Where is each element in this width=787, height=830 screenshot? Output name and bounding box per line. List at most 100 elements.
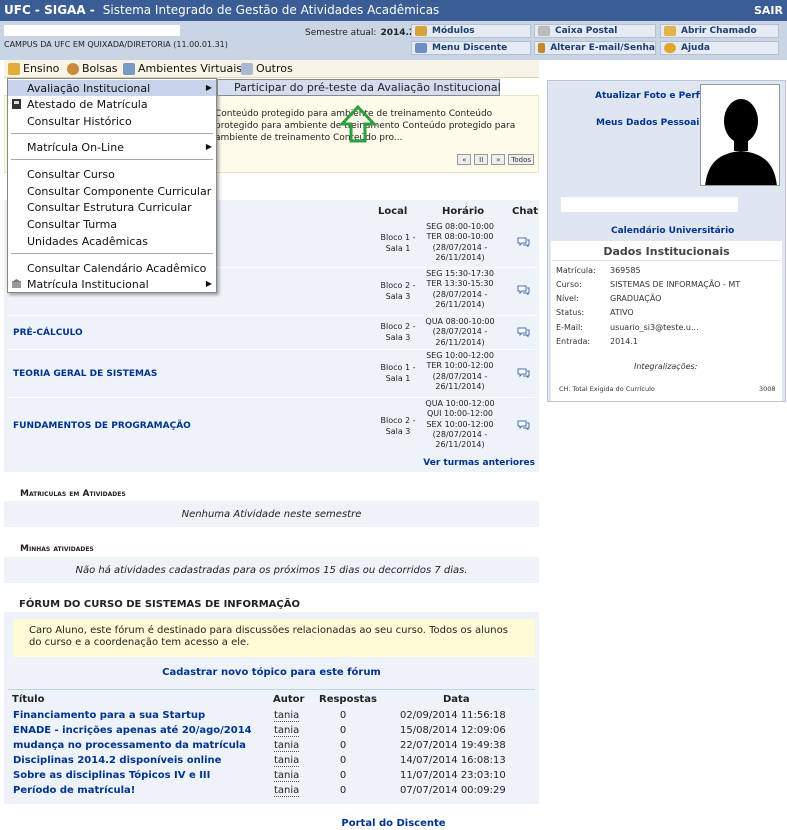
app-name: UFC - SIGAA - (4, 3, 95, 17)
menu-outros[interactable]: Outros (241, 62, 293, 75)
topic-author-header: Autor (273, 694, 305, 705)
personal-data-link[interactable]: Meus Dados Pessoais (596, 118, 705, 128)
topic-date: 07/07/2014 00:09:29 (400, 785, 506, 796)
menu-item-matricula-institucional[interactable]: Matrícula Institucional ▶ (8, 276, 216, 292)
menu-ensino[interactable]: Ensino (8, 62, 59, 75)
topic-title[interactable]: mudança no processamento da matrícula (13, 740, 246, 751)
help-button[interactable]: Ajuda (660, 41, 779, 55)
update-photo-link[interactable]: Atualizar Foto e Perfil (595, 91, 706, 101)
news-pause-button[interactable]: II (474, 154, 489, 165)
ticket-label: Abrir Chamado (681, 26, 757, 36)
topic-date-header: Data (443, 694, 470, 705)
change-email-label: Alterar E-mail/Senha (550, 43, 655, 53)
menu-item-avaliacao-institucional[interactable]: Avaliação Institucional ▶ (8, 80, 216, 96)
menu-separator (11, 159, 213, 160)
menu-item-consultar-turma[interactable]: Consultar Turma (8, 216, 216, 232)
menu-outros-label: Outros (256, 62, 293, 75)
chat-icon[interactable] (517, 420, 530, 430)
menu-ambientes-virtuais[interactable]: Ambientes Virtuais (123, 62, 242, 75)
menu-item-unidades-academicas[interactable]: Unidades Acadêmicas (8, 233, 216, 249)
schedule-line: TER 08:00-10:00 (426, 232, 494, 242)
current-semester: Semestre atual: 2014.2 (305, 28, 415, 38)
schedule-line: (28/07/2014 - (432, 371, 488, 381)
schedule-line: (28/07/2014 - (432, 242, 488, 252)
chat-icon[interactable] (517, 285, 530, 295)
submenu-pre-teste[interactable]: Participar do pré-teste da Avaliação Ins… (217, 79, 501, 96)
course-local: Bloco 2 - Sala 3 (380, 322, 416, 342)
news-prev-button[interactable]: « (457, 154, 472, 165)
course-row: TEORIA GERAL DE SISTEMAS Bloco 1 - Sala … (8, 350, 535, 397)
course-name[interactable]: FUNDAMENTOS DE PROGRAMAÇÃO (13, 421, 191, 431)
change-email-button[interactable]: Alterar E-mail/Senha (534, 41, 656, 55)
news-all-button[interactable]: Todos (508, 154, 534, 165)
menu-bar: Ensino Bolsas Ambientes Virtuais Outros (4, 60, 539, 78)
course-name[interactable]: PRÉ-CÁLCULO (13, 328, 83, 338)
my-activities-box: Não há atividades cadastradas para os pr… (4, 557, 539, 583)
menu-bolsas[interactable]: Bolsas (67, 62, 118, 75)
mailbox-button[interactable]: Caixa Postal (534, 24, 656, 38)
menu-item-atestado-matricula[interactable]: Atestado de Matrícula (8, 96, 216, 112)
course-name[interactable]: TEORIA GERAL DE SISTEMAS (13, 369, 157, 379)
book-icon (8, 62, 20, 75)
menu-item-label: Matrícula Institucional (27, 277, 149, 291)
logout-link[interactable]: SAIR (754, 4, 783, 17)
topic-replies: 0 (339, 725, 347, 736)
menu-item-historico[interactable]: Consultar Histórico (8, 113, 216, 129)
my-activities-empty: Não há atividades cadastradas para os pr… (75, 564, 468, 576)
academic-calendar-link[interactable]: Calendário Universitário (611, 226, 734, 236)
menu-item-matricula-online[interactable]: Matrícula On-Line ▶ (8, 139, 216, 155)
topic-title[interactable]: Financiamento para a sua Startup (13, 710, 205, 721)
menu-ensino-label: Ensino (23, 62, 60, 75)
topic-replies: 0 (339, 740, 347, 751)
app-title: UFC - SIGAA - Sistema Integrado de Gestão… (4, 3, 439, 17)
topic-replies: 0 (339, 755, 347, 766)
topic-author: tania (274, 770, 300, 782)
menu-item-label: Consultar Histórico (27, 114, 132, 128)
news-navigation: « II » Todos (457, 154, 534, 165)
forum-message: Caro Aluno, este fórum é destinado para … (13, 619, 535, 657)
student-portal-link[interactable]: Portal do Discente (341, 818, 445, 829)
topic-title[interactable]: Sobre as disciplinas Tópicos IV e III (13, 770, 210, 781)
topic-title[interactable]: Disciplinas 2014.2 disponíveis online (13, 755, 221, 766)
field-label: Entrada: (556, 337, 591, 346)
student-menu-button[interactable]: Menu Discente (411, 41, 531, 55)
menu-item-label: Unidades Acadêmicas (27, 234, 148, 248)
field-value: 369585 (610, 266, 641, 275)
chat-header: Chat (512, 206, 538, 217)
field-label: Matrícula: (556, 266, 596, 275)
field-value: SISTEMAS DE INFORMAÇÃO - MT (610, 280, 741, 289)
previous-classes-link[interactable]: Ver turmas anteriores (423, 458, 535, 468)
menu-item-estrutura-curricular[interactable]: Consultar Estrutura Curricular (8, 199, 216, 215)
enrolled-activities-empty: Nenhuma Atividade neste semestre (181, 508, 362, 520)
menu-item-label: Consultar Estrutura Curricular (27, 200, 192, 214)
institution-icon (12, 279, 21, 288)
topic-replies: 0 (339, 710, 347, 721)
open-ticket-button[interactable]: Abrir Chamado (660, 24, 779, 38)
forum-message-line: do curso e a coordenação tem acesso a el… (29, 637, 250, 648)
schedule-line: SEG 15:30-17:30 (426, 269, 494, 278)
chat-icon[interactable] (517, 368, 530, 378)
course-schedule: SEG 08:00-10:00 TER 08:00-10:00 (28/07/2… (420, 222, 500, 263)
enrolled-activities-box: Nenhuma Atividade neste semestre (4, 501, 539, 527)
topic-date: 11/07/2014 23:03:10 (400, 770, 506, 781)
topic-author: tania (274, 710, 300, 722)
topic-title[interactable]: Período de matrícula! (13, 785, 135, 796)
menu-item-componente-curricular[interactable]: Consultar Componente Curricular (8, 183, 216, 199)
topic-title[interactable]: ENADE - incrições apenas até 20/ago/2014 (13, 725, 252, 736)
modules-button[interactable]: Módulos (411, 24, 531, 38)
field-value: 2014.1 (610, 337, 638, 346)
news-next-button[interactable]: » (491, 154, 506, 165)
field-value: GRADUAÇÃO (610, 294, 662, 303)
semester-label: Semestre atual: (305, 28, 377, 38)
chat-icon[interactable] (517, 327, 530, 337)
ensino-dropdown-menu: Avaliação Institucional ▶ Atestado de Mat… (7, 78, 217, 293)
topic-replies: 0 (339, 785, 347, 796)
institutional-data: Dados Institucionais Matrícula: 369585 C… (551, 241, 782, 401)
schedule-line: QUA 10:00-12:00 (425, 399, 495, 408)
menu-item-calendario-academico[interactable]: Consultar Calendário Acadêmico (8, 260, 216, 276)
topic-date: 15/08/2014 12:09:06 (400, 725, 506, 736)
chat-icon[interactable] (517, 237, 530, 247)
menu-item-consultar-curso[interactable]: Consultar Curso (8, 166, 216, 182)
submenu-arrow-icon: ▶ (205, 279, 212, 288)
new-topic-label[interactable]: Cadastrar novo tópico para este fórum (162, 667, 381, 678)
